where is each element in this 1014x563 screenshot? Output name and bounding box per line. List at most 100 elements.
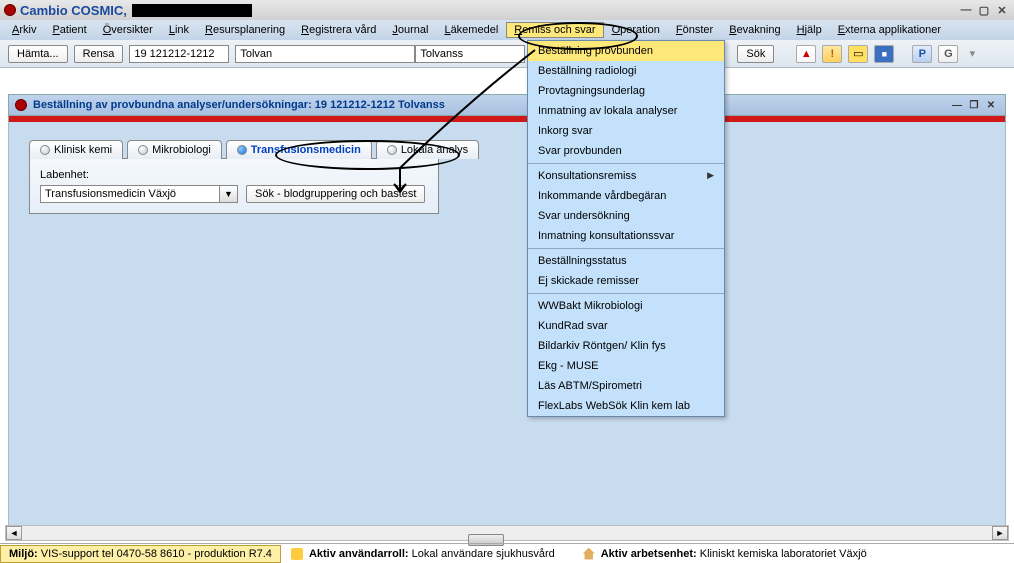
remiss-och-svar-menu: Beställning provbundenBeställning radiol… xyxy=(527,40,725,417)
tab-klinisk-kemi[interactable]: Klinisk kemi xyxy=(29,140,123,159)
note-icon[interactable]: ▭ xyxy=(848,45,868,63)
sub-maximize-icon[interactable]: ❐ xyxy=(966,98,982,112)
maximize-icon[interactable]: ▢ xyxy=(976,3,992,17)
alert-icon[interactable]: ▲ xyxy=(796,45,816,63)
menuitem-best-llningsstatus[interactable]: Beställningsstatus xyxy=(528,251,724,271)
warning-icon[interactable]: ! xyxy=(822,45,842,63)
menu-operation[interactable]: Operation xyxy=(604,22,668,38)
app-icon xyxy=(4,4,16,16)
menu-separator xyxy=(528,293,724,294)
enhet-label: Aktiv arbetsenhet: xyxy=(601,548,697,560)
tab-label: Mikrobiologi xyxy=(152,144,211,156)
menu-arkiv[interactable]: Arkiv xyxy=(4,22,44,38)
tab-lokala-analys[interactable]: Lokala analys xyxy=(376,140,479,159)
miljo-value: VIS-support tel 0470-58 8610 - produktio… xyxy=(41,548,272,560)
hamta-button[interactable]: Hämta... xyxy=(8,45,68,63)
status-right: Aktiv användarroll: Lokal användare sjuk… xyxy=(281,548,1014,560)
titlebar: Cambio COSMIC, — ▢ ✕ xyxy=(0,0,1014,20)
menu-link[interactable]: Link xyxy=(161,22,197,38)
menu--versikter[interactable]: Översikter xyxy=(95,22,161,38)
subwindow-icon xyxy=(15,99,27,111)
tab-label: Lokala analys xyxy=(401,144,468,156)
labenhet-panel: Labenhet: ▼ Sök - blodgruppering och bas… xyxy=(29,158,439,214)
scroll-left-icon[interactable]: ◄ xyxy=(6,526,22,540)
menu-registrera-v-rd[interactable]: Registrera vård xyxy=(293,22,384,38)
menuitem-l-s-abtm-spirometri[interactable]: Läs ABTM/Spirometri xyxy=(528,376,724,396)
menuitem-inkorg-svar[interactable]: Inkorg svar xyxy=(528,121,724,141)
enhet-value: Kliniskt kemiska laboratoriet Växjö xyxy=(700,548,867,560)
order-subwindow: Beställning av provbundna analyser/under… xyxy=(8,94,1006,527)
title-redacted xyxy=(132,4,252,17)
miljo-label: Miljö: xyxy=(9,548,38,560)
g-button[interactable]: G xyxy=(938,45,958,63)
minimize-icon[interactable]: — xyxy=(958,3,974,17)
menuitem-inkommande-v-rdbeg-ran[interactable]: Inkommande vårdbegäran xyxy=(528,186,724,206)
sok-blodgruppering-button[interactable]: Sök - blodgruppering och bastest xyxy=(246,185,425,203)
labenhet-label: Labenhet: xyxy=(40,169,428,181)
tab-label: Klinisk kemi xyxy=(54,144,112,156)
menuitem-best-llning-provbunden[interactable]: Beställning provbunden xyxy=(528,41,724,61)
tab-dot-icon xyxy=(138,145,148,155)
menuitem-bildarkiv-r-ntgen-klin-fys[interactable]: Bildarkiv Röntgen/ Klin fys xyxy=(528,336,724,356)
toolbar: Hämta... Rensa Sök ▲ ! ▭ ■ P G ▾ xyxy=(0,40,1014,68)
menuitem-provtagningsunderlag[interactable]: Provtagningsunderlag xyxy=(528,81,724,101)
menu-bevakning[interactable]: Bevakning xyxy=(721,22,788,38)
tab-mikrobiologi[interactable]: Mikrobiologi xyxy=(127,140,222,159)
lastname-input[interactable] xyxy=(415,45,525,63)
firstname-input[interactable] xyxy=(235,45,415,63)
subwindow-title: Beställning av provbundna analyser/under… xyxy=(33,99,445,111)
labenhet-combo[interactable]: ▼ xyxy=(40,185,238,203)
close-icon[interactable]: ✕ xyxy=(994,3,1010,17)
sok-button[interactable]: Sök xyxy=(737,45,774,63)
roll-value: Lokal användare sjukhusvård xyxy=(412,548,555,560)
sub-close-icon[interactable]: ✕ xyxy=(983,98,999,112)
patient-id-input[interactable] xyxy=(129,45,229,63)
tabs-area: Klinisk kemi Mikrobiologi Transfusionsmedi… xyxy=(8,122,1006,527)
status-miljo: Miljö: VIS-support tel 0470-58 8610 - pr… xyxy=(0,545,281,563)
menuitem-ej-skickade-remisser[interactable]: Ej skickade remisser xyxy=(528,271,724,291)
menuitem-svar-unders-kning[interactable]: Svar undersökning xyxy=(528,206,724,226)
tab-dot-icon xyxy=(237,145,247,155)
p-button[interactable]: P xyxy=(912,45,932,63)
roll-label: Aktiv användarroll: xyxy=(309,548,409,560)
menuitem-wwbakt-mikrobiologi[interactable]: WWBakt Mikrobiologi xyxy=(528,296,724,316)
menu-remiss-och-svar[interactable]: Remiss och svar xyxy=(506,22,603,38)
menu-resursplanering[interactable]: Resursplanering xyxy=(197,22,293,38)
menuitem-kundrad-svar[interactable]: KundRad svar xyxy=(528,316,724,336)
subwindow-titlebar: Beställning av provbundna analyser/under… xyxy=(8,94,1006,116)
tab-label: Transfusionsmedicin xyxy=(251,144,361,156)
menuitem-ekg-muse[interactable]: Ekg - MUSE xyxy=(528,356,724,376)
menuitem-inmatning-av-lokala-analyser[interactable]: Inmatning av lokala analyser xyxy=(528,101,724,121)
menu-separator xyxy=(528,163,724,164)
scroll-right-icon[interactable]: ► xyxy=(992,526,1008,540)
tab-dot-icon xyxy=(40,145,50,155)
menu-patient[interactable]: Patient xyxy=(44,22,94,38)
subwindow-controls: — ❐ ✕ xyxy=(949,98,999,112)
rensa-button[interactable]: Rensa xyxy=(74,45,124,63)
labenhet-combo-chevron-icon[interactable]: ▼ xyxy=(220,185,238,203)
sub-minimize-icon[interactable]: — xyxy=(949,98,965,112)
statusbar: Miljö: VIS-support tel 0470-58 8610 - pr… xyxy=(0,543,1014,563)
user-icon xyxy=(291,548,303,560)
menu-l-kemedel[interactable]: Läkemedel xyxy=(436,22,506,38)
window-controls: — ▢ ✕ xyxy=(958,3,1010,17)
horizontal-scrollbar[interactable]: ◄ ► xyxy=(5,525,1009,541)
menuitem-inmatning-konsultationssvar[interactable]: Inmatning konsultationssvar xyxy=(528,226,724,246)
tab-dot-icon xyxy=(387,145,397,155)
toolbar-chevron-icon[interactable]: ▾ xyxy=(964,47,980,60)
menuitem-konsultationsremiss[interactable]: Konsultationsremiss xyxy=(528,166,724,186)
menubar: ArkivPatientÖversikterLinkResursplanerin… xyxy=(0,20,1014,40)
menu-hj-lp[interactable]: Hjälp xyxy=(789,22,830,38)
menu-journal[interactable]: Journal xyxy=(384,22,436,38)
labenhet-combo-input[interactable] xyxy=(40,185,220,203)
menuitem-best-llning-radiologi[interactable]: Beställning radiologi xyxy=(528,61,724,81)
menu-f-nster[interactable]: Fönster xyxy=(668,22,721,38)
home-icon xyxy=(583,548,595,560)
tab-transfusionsmedicin[interactable]: Transfusionsmedicin xyxy=(226,140,372,159)
menuitem-svar-provbunden[interactable]: Svar provbunden xyxy=(528,141,724,161)
menuitem-flexlabs-webs-k-klin-kem-lab[interactable]: FlexLabs WebSök Klin kem lab xyxy=(528,396,724,416)
menu-externa-applikationer[interactable]: Externa applikationer xyxy=(830,22,949,38)
app-title: Cambio COSMIC, xyxy=(20,3,127,18)
info-icon[interactable]: ■ xyxy=(874,45,894,63)
tab-strip: Klinisk kemi Mikrobiologi Transfusionsmedi… xyxy=(29,140,1005,159)
